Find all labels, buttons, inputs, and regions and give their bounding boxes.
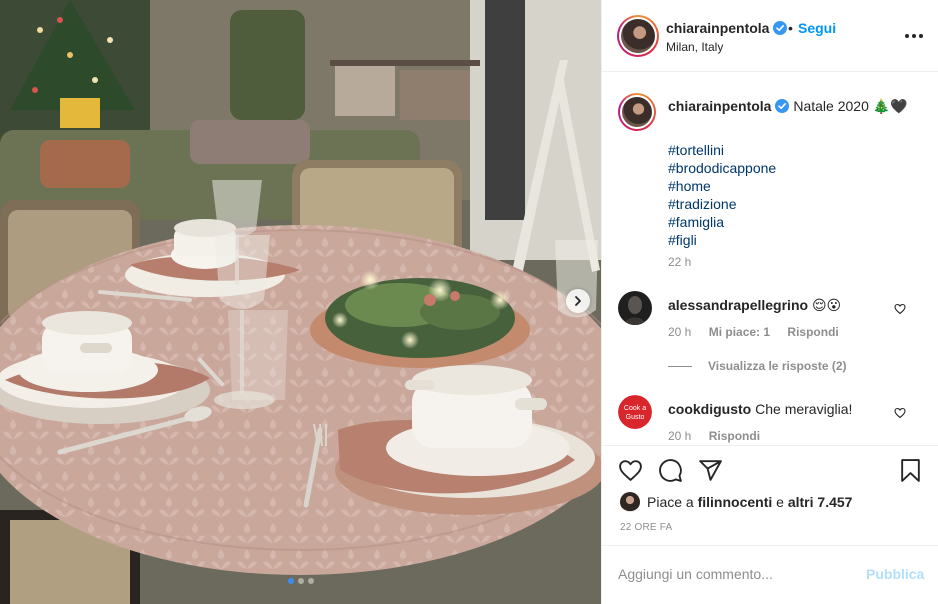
carousel-next-button[interactable] (566, 289, 590, 313)
verified-badge-icon (773, 21, 788, 35)
liker-username[interactable]: filinnocenti (698, 494, 773, 510)
commenter-avatar[interactable] (618, 291, 652, 325)
hashtag-link[interactable]: #home (668, 177, 776, 195)
carousel-dot (287, 578, 294, 584)
commenter-avatar[interactable]: Cook a Gusto (618, 395, 652, 429)
reply-button[interactable]: Rispondi (709, 429, 760, 443)
carousel-dot (307, 578, 314, 584)
comment-text: 😌😮 (811, 297, 842, 313)
verified-badge-icon (775, 99, 790, 113)
likes-prefix: Piace a (647, 494, 694, 510)
comment-heart-icon[interactable] (894, 407, 906, 419)
add-comment-bar: Pubblica (602, 545, 938, 604)
likes-text: Piace a filinnocenti e altri 7.457 (647, 494, 852, 510)
carousel-indicator (0, 578, 601, 584)
header-separator: • (788, 20, 793, 36)
hashtag-link[interactable]: #tortellini (668, 141, 776, 159)
post-actions (602, 445, 938, 493)
comment-meta: 20 h Rispondi (668, 429, 774, 443)
author-username[interactable]: chiarainpentola (666, 20, 788, 36)
post-side-panel: chiarainpentola • Segui Milan, Italy chi… (601, 0, 938, 604)
post-photo (0, 0, 601, 604)
comment-line: cookdigusto Che meraviglia! (668, 401, 852, 417)
author-username-text[interactable]: chiarainpentola (666, 20, 769, 36)
caption-username[interactable]: chiarainpentola (668, 98, 771, 114)
svg-text:Gusto: Gusto (626, 414, 645, 421)
comment-username[interactable]: cookdigusto (668, 401, 751, 417)
heart-icon[interactable] (618, 458, 643, 483)
more-options-icon[interactable] (904, 28, 924, 44)
hashtag-link[interactable]: #tradizione (668, 195, 776, 213)
caption-line: chiarainpentola Natale 2020 🎄🖤 (668, 98, 908, 115)
likes-conjunction: e (776, 494, 784, 510)
table-setting-photo (0, 0, 601, 604)
instagram-post-modal: chiarainpentola • Segui Milan, Italy chi… (0, 0, 938, 604)
comment-line: alessandrapellegrino 😌😮 (668, 297, 841, 314)
comment-icon[interactable] (658, 458, 683, 483)
author-avatar[interactable] (617, 15, 659, 57)
caption-avatar[interactable] (618, 93, 656, 131)
view-replies-text[interactable]: Visualizza le risposte (2) (708, 359, 847, 373)
reply-button[interactable]: Rispondi (787, 325, 838, 339)
comment-meta: 20 h Mi piace: 1 Rispondi (668, 325, 853, 339)
hashtag-link[interactable]: #brododicappone (668, 159, 776, 177)
comments-area[interactable]: chiarainpentola Natale 2020 🎄🖤 #tortelli… (602, 73, 938, 445)
caption-time[interactable]: 22 h (668, 255, 691, 269)
bookmark-icon[interactable] (898, 458, 923, 483)
likes-others-link[interactable]: altri 7.457 (788, 494, 853, 510)
caption-text: Natale 2020 🎄🖤 (793, 98, 908, 114)
comment-text: Che meraviglia! (755, 401, 853, 417)
svg-text:Cook a: Cook a (624, 405, 646, 412)
hashtag-link[interactable]: #famiglia (668, 213, 776, 231)
caption-hashtags: #tortellini #brododicappone #home #tradizio… (668, 141, 776, 249)
comment-time[interactable]: 20 h (668, 429, 691, 443)
publish-button[interactable]: Pubblica (866, 566, 924, 582)
view-replies-button[interactable]: Visualizza le risposte (2) (668, 359, 847, 373)
comment-heart-icon[interactable] (894, 303, 906, 315)
comment-likes[interactable]: Mi piace: 1 (709, 325, 770, 339)
carousel-dot (297, 578, 304, 584)
share-icon[interactable] (698, 458, 723, 483)
follow-button[interactable]: Segui (798, 20, 836, 36)
comment-username[interactable]: alessandrapellegrino (668, 297, 808, 313)
comment-input[interactable] (618, 564, 858, 584)
liker-avatar[interactable] (620, 492, 640, 512)
hashtag-link[interactable]: #figli (668, 231, 776, 249)
post-location[interactable]: Milan, Italy (666, 40, 723, 54)
post-timestamp[interactable]: 22 ORE FA (620, 522, 672, 533)
post-header: chiarainpentola • Segui Milan, Italy (602, 0, 938, 72)
chevron-right-icon (575, 296, 581, 306)
comment-time[interactable]: 20 h (668, 325, 691, 339)
